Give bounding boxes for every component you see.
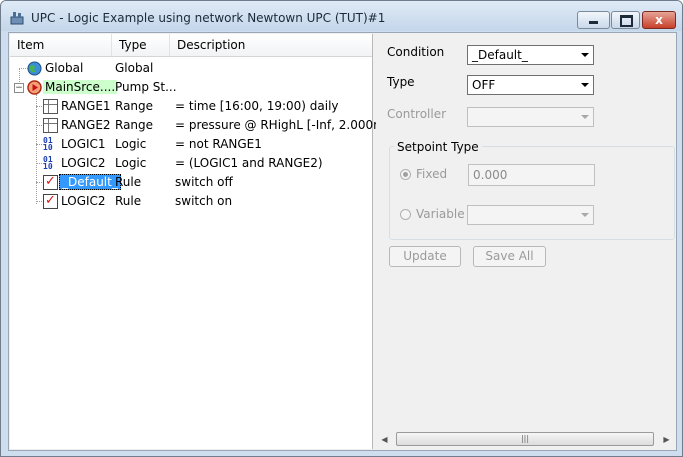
tree-item-type: Pump St...: [115, 80, 177, 94]
close-button[interactable]: x: [642, 11, 676, 29]
variable-dropdown[interactable]: [467, 205, 594, 225]
tree-item-label: MainSrce....: [43, 78, 118, 97]
chevron-down-icon: [581, 115, 589, 119]
tree-row-rule-logic2[interactable]: ✓ LOGIC2 Rule switch on: [10, 192, 372, 211]
type-value: OFF: [472, 78, 496, 92]
setpoint-type-title: Setpoint Type: [394, 140, 482, 154]
column-header-item[interactable]: Item: [10, 34, 112, 56]
tree-row-rule-default[interactable]: ✓ _Default_ Rule switch off: [10, 173, 372, 192]
condition-label: Condition: [387, 45, 445, 59]
tree-item-label-text: MainSrce....: [43, 80, 118, 94]
chevron-down-icon: [581, 53, 589, 57]
tree-item-description: = not RANGE1: [175, 137, 262, 151]
tree-item-label: LOGIC2: [61, 194, 106, 208]
tree-row-logic1[interactable]: 01 10 LOGIC1 Logic = not RANGE1: [10, 135, 372, 154]
tree-item-label-selected: _Default_: [59, 174, 121, 190]
tree-item-label: _Default_: [59, 173, 121, 192]
column-header-type[interactable]: Type: [112, 34, 170, 56]
update-button[interactable]: Update: [389, 246, 461, 267]
horizontal-scrollbar[interactable]: ◀ ||| ▶: [376, 431, 675, 448]
maximize-icon: [620, 15, 633, 27]
tree-item-label: RANGE1: [61, 99, 111, 113]
fixed-value-field[interactable]: 0.000: [468, 164, 595, 186]
window-title: UPC - Logic Example using network Newtow…: [31, 11, 386, 25]
controller-dropdown[interactable]: [467, 107, 594, 127]
tree-row-range1[interactable]: RANGE1 Range = time [16:00, 19:00) daily: [10, 97, 372, 116]
logic-binary-icon: 01 10: [43, 156, 58, 171]
rule-properties-panel: Condition _Default_ Type OFF Controller …: [376, 34, 675, 449]
tree-row-range2[interactable]: RANGE2 Range = pressure @ RHighL [-Inf, …: [10, 116, 389, 135]
tree-item-description: = pressure @ RHighL [-Inf, 2.000m): [175, 118, 390, 132]
scroll-left-icon[interactable]: ◀: [376, 431, 393, 448]
condition-dropdown[interactable]: _Default_: [467, 45, 594, 65]
setpoint-type-group: [389, 146, 675, 240]
tree-item-label: Global: [45, 61, 84, 75]
binary-glyph-bottom: 10: [43, 162, 53, 171]
tree-item-type: Range: [115, 118, 154, 132]
tree-item-type: Logic: [115, 137, 147, 151]
title-bar[interactable]: UPC - Logic Example using network Newtow…: [1, 1, 682, 31]
column-header: Item Type Description: [10, 34, 372, 57]
binary-glyph-bottom: 10: [43, 143, 53, 152]
tree-item-type: Logic: [115, 156, 147, 170]
rule-check-icon: ✓: [43, 175, 58, 190]
tree-item-label: LOGIC2: [61, 156, 106, 170]
scroll-right-icon[interactable]: ▶: [658, 431, 675, 448]
variable-label: Variable: [416, 207, 465, 221]
tree-item-label: LOGIC1: [61, 137, 106, 151]
variable-radio[interactable]: [400, 209, 411, 220]
tree-item-description: switch off: [175, 175, 233, 189]
minimize-button[interactable]: [577, 11, 610, 29]
save-all-button[interactable]: Save All: [473, 246, 546, 267]
controller-label: Controller: [387, 107, 447, 121]
chevron-down-icon: [581, 213, 589, 217]
condition-value: _Default_: [472, 48, 528, 62]
fixed-radio[interactable]: [400, 169, 411, 180]
fixed-label: Fixed: [416, 167, 448, 181]
tree-row-pump-station[interactable]: − MainSrce.... Pump St...: [10, 78, 372, 97]
globe-icon: [27, 61, 42, 76]
tree-item-label: RANGE2: [61, 118, 111, 132]
tree-item-description: = (LOGIC1 and RANGE2): [175, 156, 323, 170]
tree-item-description: switch on: [175, 194, 233, 208]
tree-item-description: = time [16:00, 19:00) daily: [175, 99, 339, 113]
close-icon: x: [655, 13, 663, 27]
tree-item-type: Range: [115, 99, 154, 113]
column-header-description[interactable]: Description: [170, 34, 372, 56]
range-grid-icon: [43, 99, 58, 114]
tree-row-global[interactable]: Global Global: [10, 59, 372, 78]
client-area: Item Type Description Global Global − Ma…: [8, 32, 677, 451]
type-label: Type: [387, 75, 415, 89]
pump-station-icon: [27, 80, 42, 95]
main-window: UPC - Logic Example using network Newtow…: [0, 0, 683, 457]
tree-item-type: Rule: [115, 194, 142, 208]
scroll-thumb[interactable]: |||: [396, 432, 654, 446]
tree-item-type: Global: [115, 61, 154, 75]
rule-check-icon: ✓: [43, 194, 58, 209]
app-icon: [10, 12, 24, 25]
chevron-down-icon: [581, 83, 589, 87]
tree-row-logic2[interactable]: 01 10 LOGIC2 Logic = (LOGIC1 and RANGE2): [10, 154, 372, 173]
logic-binary-icon: 01 10: [43, 137, 58, 152]
tree-item-type: Rule: [115, 175, 142, 189]
minimize-icon: [589, 21, 598, 24]
collapse-toggle[interactable]: −: [14, 83, 24, 93]
range-grid-icon: [43, 118, 58, 133]
type-dropdown[interactable]: OFF: [467, 75, 594, 95]
logic-tree-view[interactable]: Item Type Description Global Global − Ma…: [10, 34, 389, 449]
maximize-button[interactable]: [611, 11, 640, 29]
